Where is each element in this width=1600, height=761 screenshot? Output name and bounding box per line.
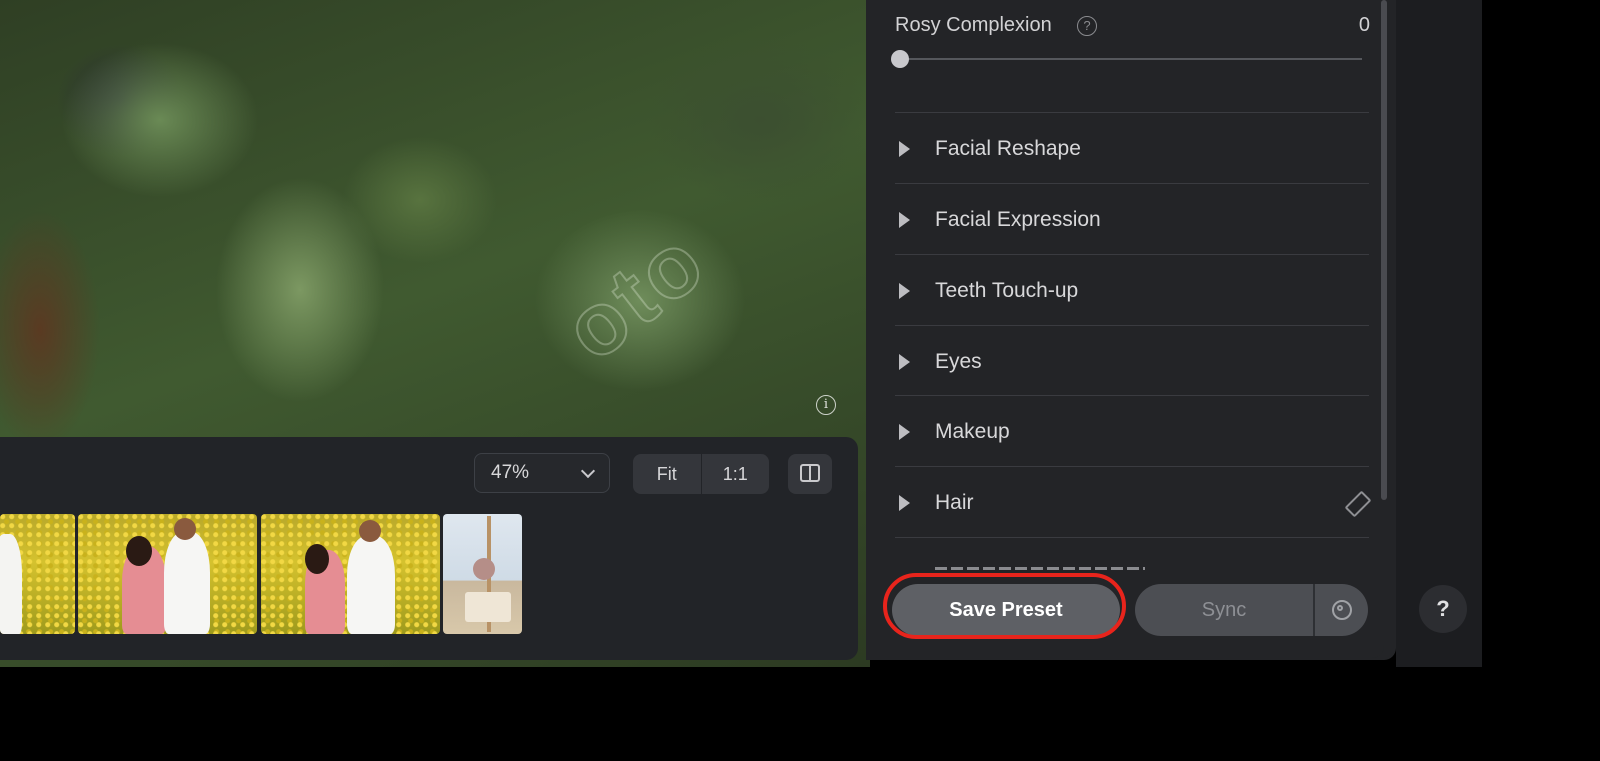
expand-arrow-icon xyxy=(899,141,910,157)
section-label: Eyes xyxy=(935,350,982,373)
one-to-one-button[interactable]: 1:1 xyxy=(702,454,770,494)
help-button[interactable]: ? xyxy=(1419,585,1467,633)
eraser-icon[interactable] xyxy=(1343,491,1365,513)
fit-button[interactable]: Fit xyxy=(633,454,701,494)
divider xyxy=(895,537,1369,538)
split-compare-icon xyxy=(800,464,820,482)
right-edge xyxy=(1396,0,1482,670)
rosy-complexion-slider[interactable] xyxy=(900,58,1362,60)
sync-button-group: Sync xyxy=(1135,584,1368,636)
expand-arrow-icon xyxy=(899,354,910,370)
section-label: Facial Expression xyxy=(935,208,1101,231)
section-label: Facial Reshape xyxy=(935,137,1081,160)
sync-button[interactable]: Sync xyxy=(1135,584,1313,636)
thumbnail-couple-field-1[interactable] xyxy=(0,514,75,634)
section-label: Hair xyxy=(935,491,974,514)
section-eyes[interactable]: Eyes xyxy=(895,326,1369,396)
zoom-select[interactable]: 47% xyxy=(474,453,610,493)
help-icon[interactable]: ? xyxy=(1077,16,1097,36)
section-teeth-touch-up[interactable]: Teeth Touch-up xyxy=(895,255,1369,325)
section-label: Makeup xyxy=(935,420,1010,443)
letterbox-bar xyxy=(0,667,1600,761)
highlight-annotation xyxy=(883,573,1126,639)
split-compare-button[interactable] xyxy=(788,454,832,494)
thumbnail-couple-field-3[interactable] xyxy=(261,514,440,634)
thumbnail-woman-easel-beach[interactable] xyxy=(443,514,522,634)
info-icon[interactable]: i xyxy=(816,395,836,415)
section-facial-expression[interactable]: Facial Expression xyxy=(895,184,1369,254)
sync-settings-button[interactable] xyxy=(1315,584,1368,636)
expand-arrow-icon xyxy=(899,424,910,440)
expand-arrow-icon xyxy=(899,212,910,228)
section-makeup[interactable]: Makeup xyxy=(895,396,1369,466)
slider-handle[interactable] xyxy=(891,50,909,68)
thumbnail-couple-field-2[interactable] xyxy=(78,514,257,634)
filmstrip-panel: 47% Fit 1:1 xyxy=(0,437,858,660)
section-label: Teeth Touch-up xyxy=(935,279,1079,302)
expand-arrow-icon xyxy=(899,283,910,299)
panel-scrollbar[interactable] xyxy=(1381,0,1387,500)
zoom-value: 47% xyxy=(491,462,530,483)
section-hair[interactable]: Hair xyxy=(895,467,1369,537)
expand-arrow-icon xyxy=(899,495,910,511)
watermark: oto xyxy=(545,209,725,381)
section-facial-reshape[interactable]: Facial Reshape xyxy=(895,113,1369,183)
slider-value: 0 xyxy=(1358,14,1370,36)
gear-icon xyxy=(1331,600,1352,620)
zoom-button-group: Fit 1:1 xyxy=(633,454,769,494)
slider-label: Rosy Complexion xyxy=(895,14,1052,36)
chevron-down-icon xyxy=(580,463,596,479)
